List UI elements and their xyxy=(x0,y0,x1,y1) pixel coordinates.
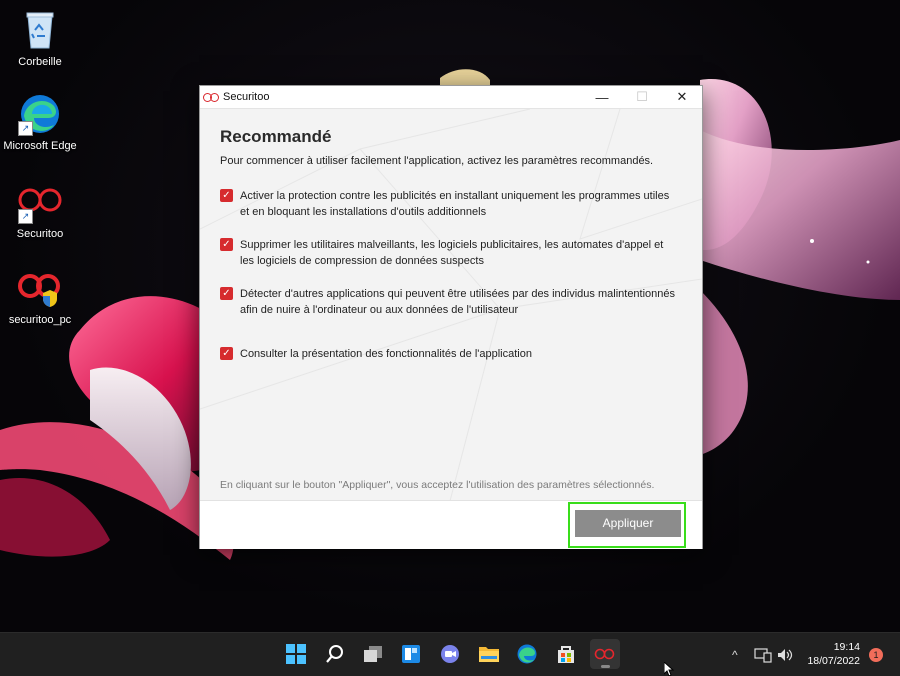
desktop-icon-securitoo-pc[interactable]: securitoo_pc xyxy=(0,266,80,326)
close-button[interactable]: ✕ xyxy=(662,86,702,108)
securitoo-icon: ↗ xyxy=(18,180,62,224)
minimize-button[interactable]: — xyxy=(582,86,622,108)
notification-badge[interactable]: 1 xyxy=(869,648,883,662)
task-view-icon[interactable] xyxy=(358,639,388,669)
shortcut-arrow-icon: ↗ xyxy=(18,121,33,136)
clock-date: 18/07/2022 xyxy=(807,655,860,667)
checkbox-checked[interactable]: ✓ xyxy=(220,287,233,300)
clock-time: 19:14 xyxy=(833,641,860,653)
search-icon[interactable] xyxy=(320,639,350,669)
securitoo-dialog: Securitoo — ☐ ✕ Recommandé Pour commence… xyxy=(199,85,703,549)
desktop-icon-securitoo[interactable]: ↗ Securitoo xyxy=(0,180,80,240)
securitoo-icon xyxy=(594,648,615,660)
option-label: Supprimer les utilitaires malveillants, … xyxy=(240,239,664,267)
desktop-icon-recycle-bin[interactable]: Corbeille xyxy=(0,8,80,68)
network-icon[interactable] xyxy=(754,633,772,676)
file-explorer-icon[interactable] xyxy=(474,639,504,669)
maximize-button: ☐ xyxy=(636,89,648,104)
option-label: Consulter la présentation des fonctionna… xyxy=(240,348,532,360)
apply-button[interactable]: Appliquer xyxy=(575,510,681,537)
checkbox-checked[interactable]: ✓ xyxy=(220,347,233,360)
option-detect-apps[interactable]: ✓ Détecter d'autres applications qui peu… xyxy=(220,286,680,318)
option-ad-protection[interactable]: ✓ Activer la protection contre les publi… xyxy=(220,188,680,220)
desktop-icon-label: Corbeille xyxy=(18,56,62,68)
dialog-content: Recommandé Pour commencer à utiliser fac… xyxy=(200,109,702,501)
desktop-icon-microsoft-edge[interactable]: ↗ Microsoft Edge xyxy=(0,92,80,152)
title-bar[interactable]: Securitoo — ☐ ✕ xyxy=(200,86,702,109)
volume-icon[interactable] xyxy=(776,633,794,676)
intro-text: Pour commencer à utiliser facilement l'a… xyxy=(220,155,654,167)
option-feature-tour[interactable]: ✓ Consulter la présentation des fonction… xyxy=(220,346,680,362)
option-label: Détecter d'autres applications qui peuve… xyxy=(240,288,676,316)
checkbox-checked[interactable]: ✓ xyxy=(220,189,233,202)
windows-start-icon[interactable] xyxy=(281,639,311,669)
desktop-icon-label: Microsoft Edge xyxy=(3,140,77,152)
widgets-icon[interactable] xyxy=(396,639,426,669)
checkbox-checked[interactable]: ✓ xyxy=(220,238,233,251)
consent-note: En cliquant sur le bouton "Appliquer", v… xyxy=(220,479,655,491)
page-title: Recommandé xyxy=(220,127,332,146)
taskbar: ^ 19:14 18/07/2022 1 xyxy=(0,632,900,676)
microsoft-store-icon[interactable] xyxy=(551,639,581,669)
option-remove-malware[interactable]: ✓ Supprimer les utilitaires malveillants… xyxy=(220,237,680,269)
shortcut-arrow-icon: ↗ xyxy=(18,209,33,224)
teams-chat-icon[interactable] xyxy=(435,639,465,669)
edge-icon[interactable] xyxy=(512,639,542,669)
desktop-icon-label: Securitoo xyxy=(16,228,64,240)
active-indicator xyxy=(601,665,610,668)
tray-overflow-chevron[interactable]: ^ xyxy=(732,633,738,676)
window-title: Securitoo xyxy=(223,91,270,103)
desktop-icon-label: securitoo_pc xyxy=(8,314,72,326)
taskbar-clock[interactable]: 19:14 18/07/2022 xyxy=(807,640,860,668)
mouse-cursor-icon xyxy=(664,662,674,676)
securitoo-taskbar-button[interactable] xyxy=(590,639,620,669)
edge-icon: ↗ xyxy=(18,92,62,136)
securitoo-installer-icon xyxy=(18,266,62,310)
recycle-bin-icon xyxy=(18,8,62,52)
option-label: Activer la protection contre les publici… xyxy=(240,190,670,218)
securitoo-icon xyxy=(203,92,219,102)
dialog-footer: Appliquer xyxy=(200,500,702,549)
